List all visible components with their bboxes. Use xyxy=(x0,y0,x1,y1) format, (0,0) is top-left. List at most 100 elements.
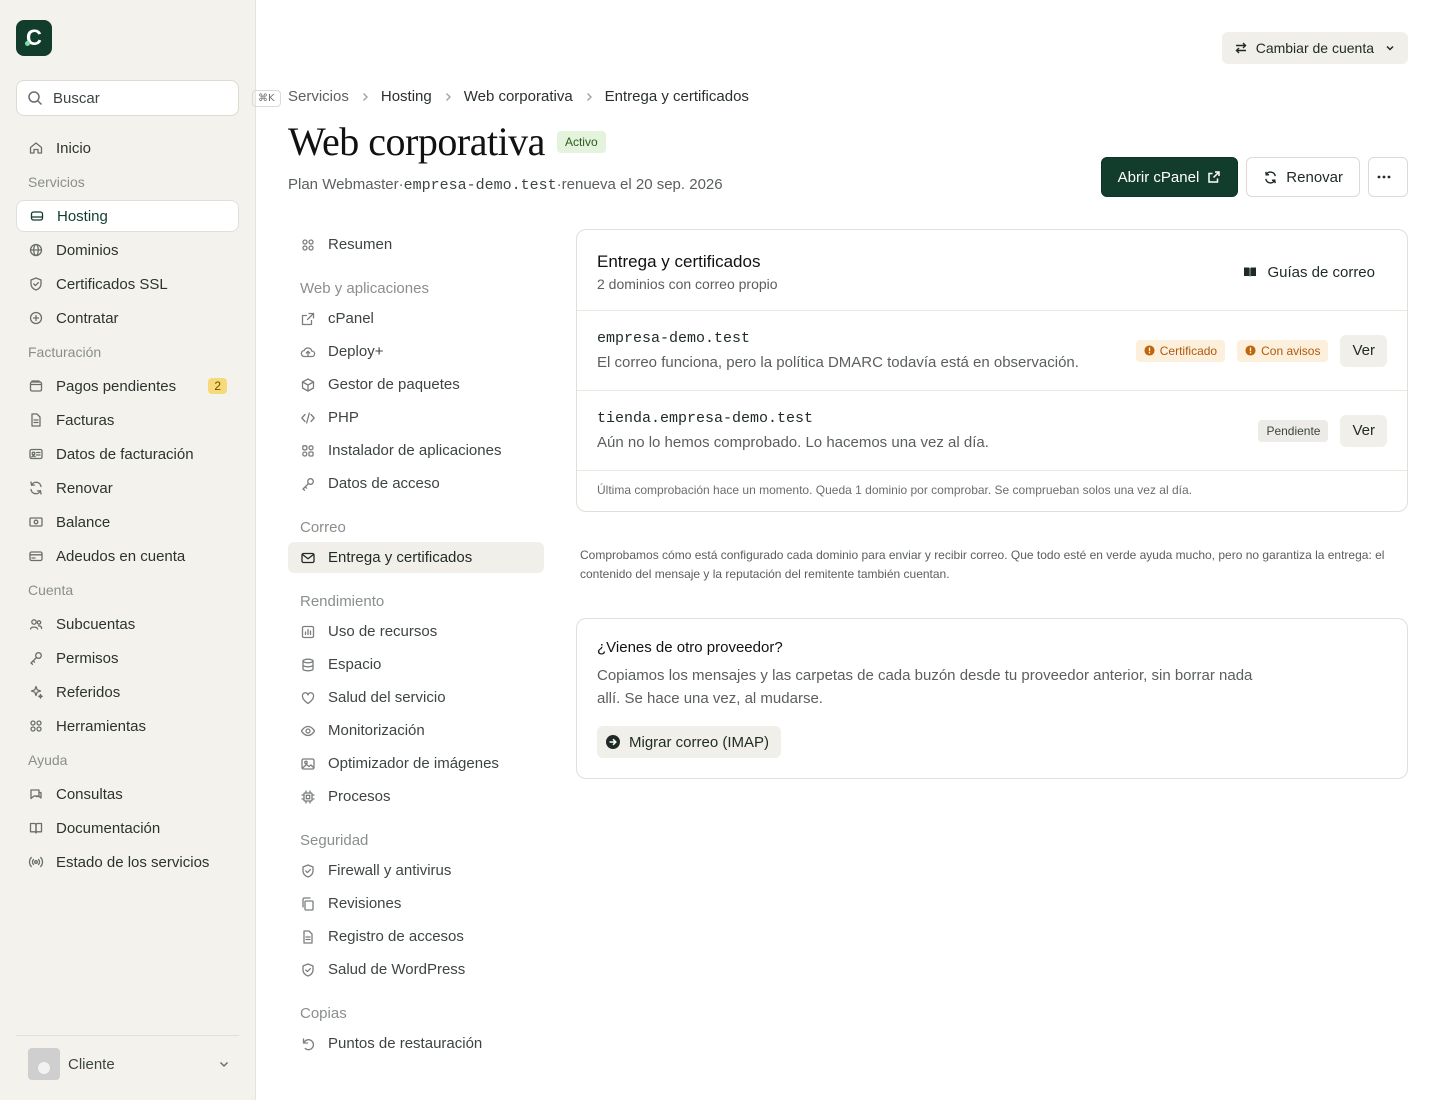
subnav-item-uso-de-recursos[interactable]: Uso de recursos xyxy=(288,616,544,647)
subnav-item-label: Optimizador de imágenes xyxy=(328,755,499,772)
count-badge: 2 xyxy=(208,378,227,394)
subnav-item-cpanel[interactable]: cPanel xyxy=(288,303,544,334)
sidebar-section-servicios: Servicios xyxy=(28,174,85,190)
grid-icon xyxy=(300,237,316,253)
sidebar-item-facturas[interactable]: Facturas xyxy=(16,404,239,436)
subnav-section-rendimiento: Rendimiento xyxy=(300,593,385,610)
title-row: Web corporativa Activo xyxy=(288,118,606,165)
subnav-item-label: PHP xyxy=(328,409,359,426)
sidebar-item-label: Herramientas xyxy=(56,717,147,735)
subnav-item-label: Registro de accesos xyxy=(328,928,464,945)
subnav-item-label: Datos de acceso xyxy=(328,475,440,492)
sidebar-item-balance[interactable]: Balance xyxy=(16,506,239,538)
switch-account-button[interactable]: Cambiar de cuenta xyxy=(1221,32,1408,64)
undo-icon xyxy=(300,1036,316,1052)
sidebar-nav: Inicio Servicios Hosting Dominios Certificad… xyxy=(16,132,239,878)
sidebar-item-permisos[interactable]: Permisos xyxy=(16,642,239,674)
renew-button[interactable]: Renovar xyxy=(1246,157,1360,197)
sidebar-item-certificados-ssl[interactable]: Certificados SSL xyxy=(16,268,239,300)
sidebar-item-label: Permisos xyxy=(56,649,119,667)
email-guides-button[interactable]: Guías de correo xyxy=(1231,264,1387,281)
subnav-item-datos-de-acceso[interactable]: Datos de acceso xyxy=(288,468,544,499)
search-box[interactable]: ⌘K xyxy=(16,80,281,116)
subnav-item-salud-de-wordpress[interactable]: Salud de WordPress xyxy=(288,954,544,985)
wallet-icon xyxy=(28,378,44,394)
subnav-item-resumen[interactable]: Resumen xyxy=(288,229,544,260)
sidebar-item-referidos[interactable]: Referidos xyxy=(16,676,239,708)
sidebar-item-hosting[interactable]: Hosting xyxy=(16,200,239,232)
brand-logo[interactable]: C xyxy=(16,20,52,56)
subnav-item-registro-de-accesos[interactable]: Registro de accesos xyxy=(288,921,544,952)
user-menu[interactable]: Cliente xyxy=(16,1035,239,1080)
migrate-email-button[interactable]: Migrar correo (IMAP) xyxy=(597,726,782,758)
subnav-item-espacio[interactable]: Espacio xyxy=(288,649,544,680)
subnav-item-puntos-de-restauracion[interactable]: Puntos de restauración xyxy=(288,1028,544,1059)
sidebar-item-label: Dominios xyxy=(56,241,119,259)
search-input[interactable] xyxy=(53,89,252,107)
home-icon xyxy=(28,140,44,156)
migrate-email-label: Migrar correo (IMAP) xyxy=(629,733,770,751)
arrow-right-circle-icon xyxy=(605,734,621,750)
sidebar-item-datos-de-facturacion[interactable]: Datos de facturación xyxy=(16,438,239,470)
subnav-item-revisiones[interactable]: Revisiones xyxy=(288,888,544,919)
sidebar-item-renovar[interactable]: Renovar xyxy=(16,472,239,504)
migration-question: ¿Vienes de otro proveedor? xyxy=(597,639,783,656)
subnav-item-procesos[interactable]: Procesos xyxy=(288,781,544,812)
domain-list: empresa-demo.test El correo funciona, per… xyxy=(577,311,1407,471)
open-cpanel-button[interactable]: Abrir cPanel xyxy=(1100,157,1239,197)
renew-label: Renovar xyxy=(1286,168,1343,186)
breadcrumb-web-corporativa[interactable]: Web corporativa xyxy=(464,88,573,105)
sidebar-item-consultas[interactable]: Consultas xyxy=(16,778,239,810)
subnav-item-monitorizacion[interactable]: Monitorización xyxy=(288,715,544,746)
server-icon xyxy=(29,208,45,224)
sidebar-item-estado-de-los-servicios[interactable]: Estado de los servicios xyxy=(16,846,239,878)
subnav-item-label: Monitorización xyxy=(328,722,425,739)
alert-circle-icon xyxy=(1144,345,1155,356)
sidebar-item-herramientas[interactable]: Herramientas xyxy=(16,710,239,742)
subnav-item-entrega-y-certificados[interactable]: Entrega y certificados xyxy=(288,542,544,573)
page-title: Web corporativa xyxy=(288,119,545,164)
subnav-item-firewall-y-antivirus[interactable]: Firewall y antivirus xyxy=(288,855,544,886)
sidebar-item-label: Balance xyxy=(56,513,111,531)
subnav-item-label: Entrega y certificados xyxy=(328,549,473,566)
alert-circle-icon xyxy=(1245,345,1256,356)
delivery-card-title: Entrega y certificados xyxy=(597,252,761,271)
image-icon xyxy=(300,756,316,772)
subnav-item-php[interactable]: PHP xyxy=(288,402,544,433)
sidebar-item-pagos-pendientes[interactable]: Pagos pendientes 2 xyxy=(16,370,239,402)
view-domain-button[interactable]: Ver xyxy=(1340,414,1387,447)
subnav-item-optimizador-de-imagenes[interactable]: Optimizador de imágenes xyxy=(288,748,544,779)
sidebar-item-adeudos-en-cuenta[interactable]: Adeudos en cuenta xyxy=(16,540,239,572)
search-icon xyxy=(27,90,43,106)
domain-row: empresa-demo.test El correo funciona, per… xyxy=(577,311,1407,391)
email-guides-label: Guías de correo xyxy=(1267,263,1375,281)
subnav-item-label: Uso de recursos xyxy=(328,623,438,640)
sidebar-item-inicio[interactable]: Inicio xyxy=(16,132,239,164)
delivery-section: Entrega y certificados 2 dominios con co… xyxy=(576,229,1408,779)
subnav-item-instalador-de-aplicaciones[interactable]: Instalador de aplicaciones xyxy=(288,435,544,466)
subnav-item-gestor-de-paquetes[interactable]: Gestor de paquetes xyxy=(288,369,544,400)
breadcrumb-hosting[interactable]: Hosting xyxy=(381,88,432,105)
sidebar-item-subcuentas[interactable]: Subcuentas xyxy=(16,608,239,640)
domain-row: tienda.empresa-demo.test Aún no lo hemos … xyxy=(577,391,1407,471)
heart-icon xyxy=(300,690,316,706)
subnav-item-salud-del-servicio[interactable]: Salud del servicio xyxy=(288,682,544,713)
chevron-right-icon xyxy=(583,91,595,103)
breadcrumb-servicios[interactable]: Servicios xyxy=(288,88,349,105)
subnav-item-deploy[interactable]: Deploy+ xyxy=(288,336,544,367)
view-domain-button[interactable]: Ver xyxy=(1340,334,1387,367)
delivery-card-header: Entrega y certificados 2 dominios con co… xyxy=(577,230,1407,311)
sidebar-item-contratar[interactable]: Contratar xyxy=(16,302,239,334)
migration-card: ¿Vienes de otro proveedor? Copiamos los … xyxy=(576,618,1408,779)
more-options-button[interactable] xyxy=(1368,157,1408,197)
plan-name: Plan Webmaster xyxy=(288,176,399,193)
chat-icon xyxy=(28,786,44,802)
switch-account-label: Cambiar de cuenta xyxy=(1255,40,1374,56)
plus-circle-icon xyxy=(28,310,44,326)
avatar xyxy=(28,1048,60,1080)
sidebar-item-dominios[interactable]: Dominios xyxy=(16,234,239,266)
sidebar-item-documentacion[interactable]: Documentación xyxy=(16,812,239,844)
external-link-icon xyxy=(300,311,316,327)
sidebar-item-label: Estado de los servicios xyxy=(56,853,210,871)
status-tag: Pendiente xyxy=(1258,419,1329,442)
